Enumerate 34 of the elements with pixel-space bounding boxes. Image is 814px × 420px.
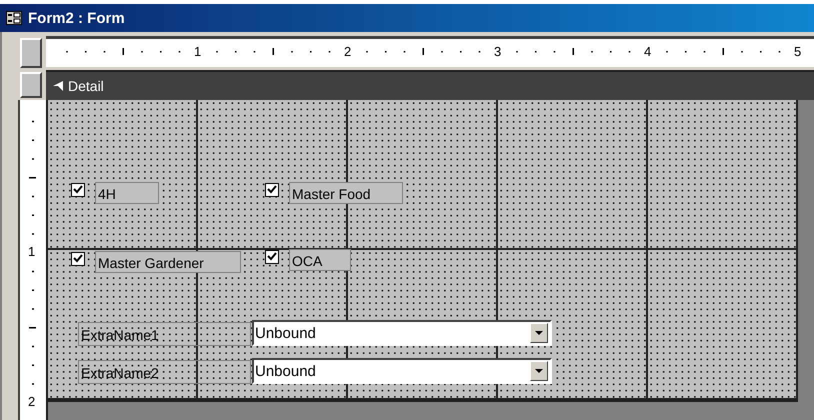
checkbox-label[interactable]: OCA bbox=[289, 249, 351, 271]
ruler-number: 1 bbox=[28, 244, 36, 259]
checkbox[interactable] bbox=[71, 183, 85, 197]
combo-box[interactable]: Unbound bbox=[252, 320, 552, 346]
ruler-number: 4 bbox=[644, 44, 652, 59]
section-selector[interactable] bbox=[20, 72, 42, 98]
checkbox-label[interactable]: Master Gardener bbox=[95, 251, 241, 273]
combo-box[interactable]: Unbound bbox=[252, 358, 552, 384]
checkbox-label[interactable]: 4H bbox=[95, 182, 159, 204]
arrow-icon bbox=[52, 80, 64, 92]
ruler-number: 2 bbox=[344, 44, 352, 59]
ruler-corner[interactable] bbox=[20, 38, 42, 68]
ruler-number: 3 bbox=[494, 44, 502, 59]
ruler-number: 2 bbox=[28, 394, 36, 409]
checkbox[interactable] bbox=[265, 250, 279, 264]
ruler-number: 5 bbox=[794, 44, 802, 59]
caret-icon bbox=[535, 369, 543, 373]
dropdown-button[interactable] bbox=[530, 323, 548, 343]
window-title: Form2 : Form bbox=[28, 10, 125, 26]
combo-label[interactable]: ExtraName1 bbox=[78, 322, 251, 346]
checkbox[interactable] bbox=[71, 252, 85, 266]
checkmark-icon bbox=[73, 254, 83, 264]
form-icon bbox=[6, 11, 22, 25]
caret-icon bbox=[535, 331, 543, 335]
combo-label[interactable]: ExtraName2 bbox=[78, 360, 251, 384]
checkbox[interactable] bbox=[265, 183, 279, 197]
checkbox-label[interactable]: Master Food bbox=[289, 182, 403, 204]
dropdown-button[interactable] bbox=[530, 361, 548, 381]
section-title: Detail bbox=[68, 78, 104, 94]
section-header-bar[interactable]: Detail bbox=[46, 70, 814, 100]
checkmark-icon bbox=[267, 185, 277, 195]
checkmark-icon bbox=[73, 185, 83, 195]
checkmark-icon bbox=[267, 252, 277, 262]
ruler-number: 1 bbox=[194, 44, 202, 59]
